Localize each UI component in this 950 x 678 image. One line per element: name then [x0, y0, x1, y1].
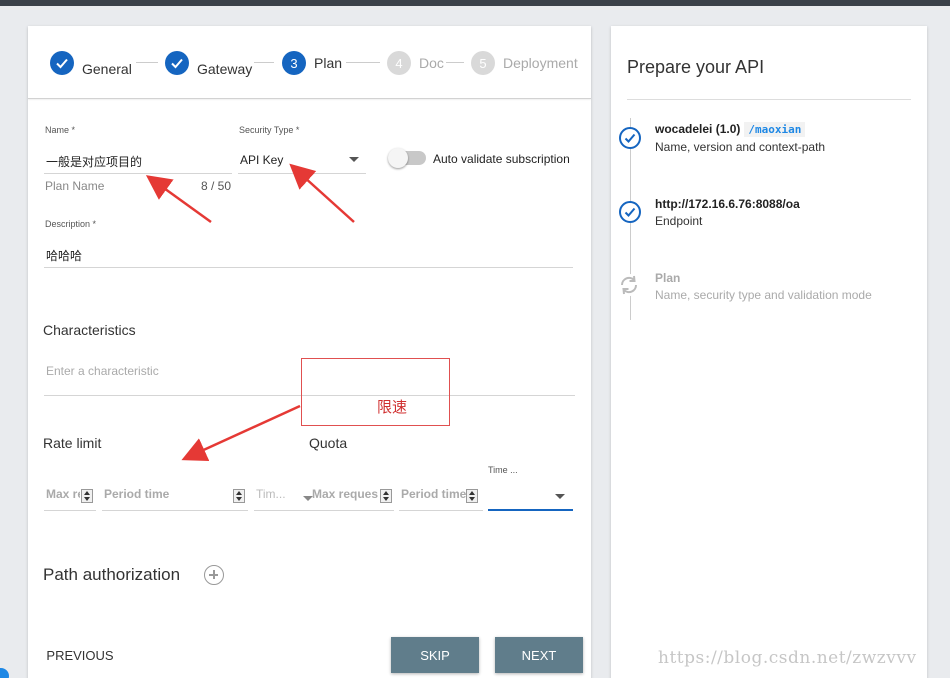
- annotation-arrow-rate-limit: [181, 404, 301, 462]
- annotation-arrow-security: [289, 163, 355, 223]
- annotation-arrow-name: [145, 175, 212, 224]
- annotation-arrows: [145, 163, 355, 462]
- watermark: https://blog.csdn.net/zwzvvv: [658, 648, 917, 668]
